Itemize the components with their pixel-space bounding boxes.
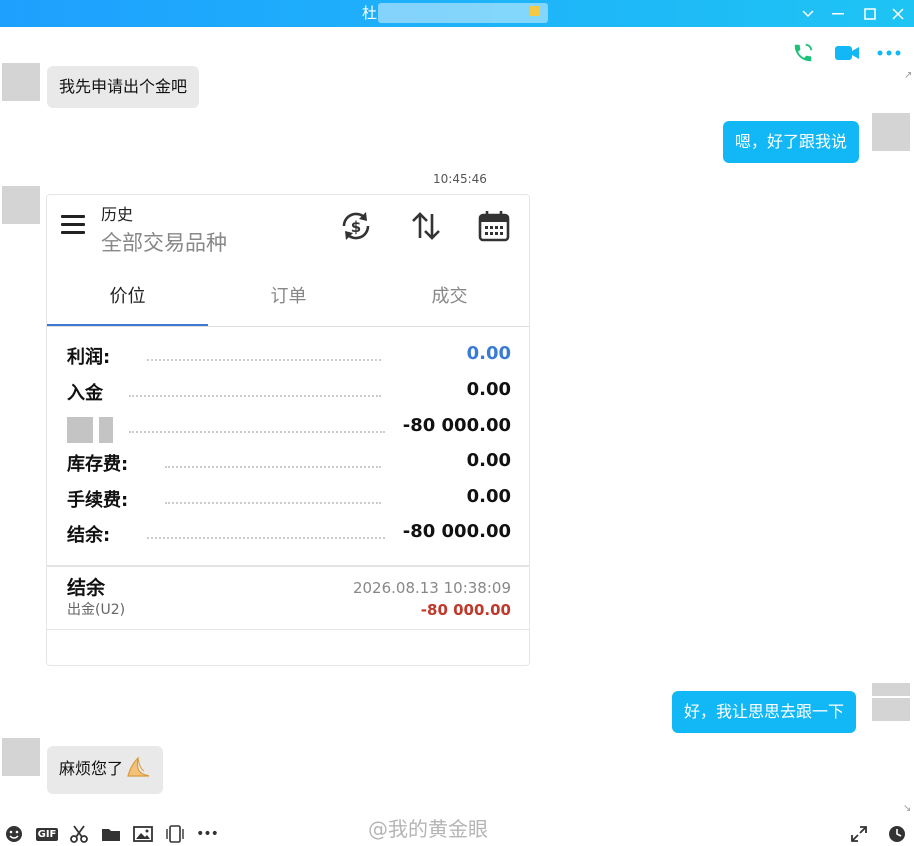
row-label: 库存费: xyxy=(67,450,135,476)
avatar-separator xyxy=(872,696,910,698)
row-label: 入金 xyxy=(67,379,109,405)
row-label: 结余: xyxy=(67,521,117,547)
avatar[interactable] xyxy=(872,113,910,151)
balance-title: 结余 xyxy=(67,577,106,599)
resize-arrow-icon: ↘ xyxy=(903,803,912,814)
card-tabs: 价位 订单 成交 xyxy=(47,279,529,327)
row-value: 0.00 xyxy=(460,486,511,507)
row-value: -80 000.00 xyxy=(396,415,511,436)
summary-row: -80 000.00 xyxy=(67,415,511,445)
shake-icon[interactable] xyxy=(164,824,186,844)
minimize-button[interactable] xyxy=(826,0,850,27)
card-title-small: 历史 xyxy=(101,205,134,224)
tab-deals: 成交 xyxy=(431,286,468,307)
avatar[interactable] xyxy=(2,738,40,776)
trade-history-screenshot[interactable]: 历史 全部交易品种 $ 价位 订单 成交 利润: 0.00 入金 0.00 -8… xyxy=(46,194,530,666)
video-icon[interactable] xyxy=(834,40,860,66)
title-bar: 杜 xyxy=(0,0,914,27)
balance-amount: -80 000.00 xyxy=(420,601,511,619)
balance-subtitle: 出金(U2) xyxy=(67,602,126,618)
row-label: 手续费: xyxy=(67,486,135,512)
emoji-icon[interactable] xyxy=(3,824,25,844)
divider xyxy=(47,326,529,327)
more-icon[interactable]: ••• xyxy=(196,824,219,844)
row-value: 0.00 xyxy=(460,379,511,400)
more-icon[interactable] xyxy=(876,40,902,66)
window-title: 杜 xyxy=(362,4,378,22)
summary-row: 结余: -80 000.00 xyxy=(67,521,511,551)
tab-orders: 订单 xyxy=(270,286,307,307)
watermark-text: @我的黄金眼 xyxy=(368,817,488,841)
divider xyxy=(47,629,529,630)
maximize-button[interactable] xyxy=(858,0,882,27)
divider xyxy=(47,565,529,567)
currency-exchange-icon: $ xyxy=(339,209,373,243)
row-value: -80 000.00 xyxy=(396,521,511,542)
redacted-label xyxy=(67,417,93,443)
image-icon[interactable] xyxy=(132,824,154,844)
history-clock-icon[interactable] xyxy=(886,824,908,844)
folder-icon[interactable] xyxy=(100,824,122,844)
sort-icon xyxy=(409,209,443,243)
avatar[interactable] xyxy=(2,63,40,101)
gif-icon[interactable]: GIF xyxy=(34,824,60,844)
gif-label: GIF xyxy=(35,827,59,841)
close-button[interactable] xyxy=(886,0,910,27)
avatar[interactable] xyxy=(2,186,40,224)
menu-icon xyxy=(61,215,85,235)
scissors-icon[interactable] xyxy=(68,824,90,844)
balance-datetime: 2026.08.13 10:38:09 xyxy=(352,579,511,597)
summary-row: 入金 0.00 xyxy=(67,379,511,409)
card-title-large: 全部交易品种 xyxy=(101,231,227,255)
redacted-mark xyxy=(530,6,540,16)
summary-row: 利润: 0.00 xyxy=(67,343,511,373)
tab-price: 价位 xyxy=(47,279,208,327)
message-timestamp: 10:45:46 xyxy=(433,172,487,186)
expand-icon[interactable] xyxy=(848,824,870,844)
phone-icon[interactable] xyxy=(790,40,816,66)
message-bubble: 我先申请出个金吧 xyxy=(47,66,200,108)
redacted-name xyxy=(378,3,548,23)
message-bubble: 麻烦您了 xyxy=(47,746,164,794)
row-value: 0.00 xyxy=(460,343,511,364)
calendar-icon xyxy=(477,209,511,243)
message-bubble: 嗯，好了跟我说 xyxy=(723,121,860,163)
summary-row: 手续费: 0.00 xyxy=(67,486,511,516)
message-bubble: 好，我让思思去跟一下 xyxy=(672,691,857,733)
summary-row: 库存费: 0.00 xyxy=(67,450,511,480)
chevron-down-icon[interactable] xyxy=(796,0,820,27)
praying-hands-emoji-icon xyxy=(125,756,151,784)
message-text: 麻烦您了 xyxy=(59,759,124,778)
row-value: 0.00 xyxy=(460,450,511,471)
row-label: 利润: xyxy=(67,343,117,369)
avatar[interactable] xyxy=(872,683,910,721)
redacted-label xyxy=(99,417,113,443)
svg-text:$: $ xyxy=(351,218,361,236)
resize-arrow-icon: ↗ xyxy=(904,70,913,81)
